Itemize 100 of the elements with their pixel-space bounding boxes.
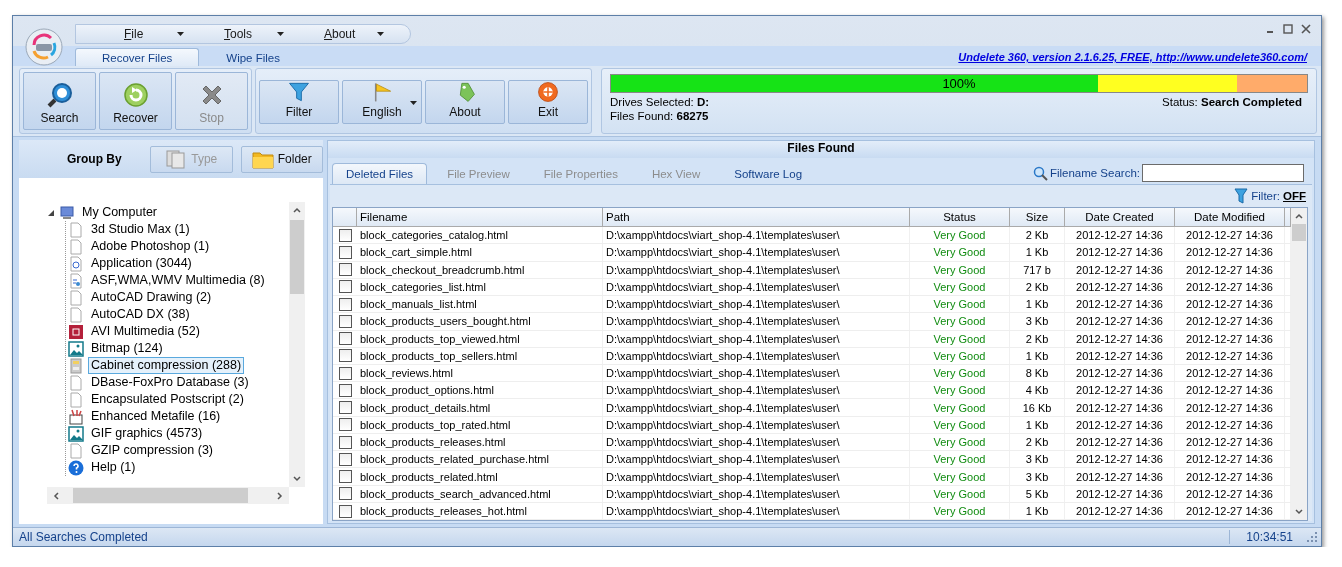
table-cell: D:\xampp\htdocs\viart_shop-4.1\templates\user\ bbox=[603, 278, 910, 296]
checkbox[interactable] bbox=[338, 366, 352, 380]
search-field[interactable] bbox=[1142, 164, 1304, 182]
table-cell: 2012-12-27 14:36 bbox=[1065, 347, 1175, 364]
table-cell: 2012-12-27 14:36 bbox=[1065, 502, 1175, 520]
tree-item[interactable]: Bitmap (124) bbox=[88, 340, 166, 357]
tree-item[interactable]: GIF graphics (4573) bbox=[88, 425, 206, 442]
document-icon bbox=[68, 238, 84, 255]
table-cell: 2012-12-27 14:36 bbox=[1175, 330, 1285, 347]
checkbox[interactable] bbox=[338, 452, 352, 466]
checkbox[interactable] bbox=[338, 349, 352, 363]
brushes-icon bbox=[68, 408, 84, 425]
table-cell: block_categories_catalog.html bbox=[357, 227, 603, 244]
scrollbar[interactable] bbox=[47, 487, 289, 504]
table-cell: block_products_users_bought.html bbox=[357, 313, 603, 330]
column-header[interactable]: Filename bbox=[357, 208, 603, 227]
table-cell: 2012-12-27 14:36 bbox=[1065, 399, 1175, 416]
collapse-icon[interactable] bbox=[47, 208, 55, 217]
scrollbar[interactable] bbox=[289, 202, 305, 487]
tree-item[interactable]: Application (3044) bbox=[88, 255, 195, 272]
view-tab[interactable]: Software Log bbox=[720, 163, 817, 184]
checkbox[interactable] bbox=[338, 470, 352, 484]
checkbox[interactable] bbox=[338, 280, 352, 294]
tree-item[interactable]: Cabinet compression (288) bbox=[88, 357, 245, 374]
table-cell: Very Good bbox=[910, 433, 1010, 451]
tree-item[interactable]: Adobe Photoshop (1) bbox=[88, 238, 213, 255]
document-icon bbox=[68, 442, 84, 459]
table-cell: 2012-12-27 14:36 bbox=[1065, 296, 1175, 313]
table-cell: 2012-12-27 14:36 bbox=[1065, 416, 1175, 433]
table-cell: 3 Kb bbox=[1010, 468, 1065, 485]
table-cell: Very Good bbox=[910, 278, 1010, 296]
table-cell: Very Good bbox=[910, 365, 1010, 382]
maximize-icon[interactable] bbox=[1283, 24, 1293, 34]
group-button[interactable]: Folder bbox=[240, 145, 323, 173]
checkbox[interactable] bbox=[338, 418, 352, 432]
ribbon-tab[interactable]: Wipe Files bbox=[199, 48, 307, 66]
tree-item[interactable]: GZIP compression (3) bbox=[88, 442, 217, 459]
table-cell: 16 Kb bbox=[1010, 399, 1065, 416]
menu-item[interactable]: Tools bbox=[196, 25, 296, 43]
close-icon[interactable] bbox=[1301, 24, 1311, 34]
table-cell: 2012-12-27 14:36 bbox=[1175, 313, 1285, 330]
table-cell: block_products_related.html bbox=[357, 468, 603, 485]
table-cell: Very Good bbox=[910, 382, 1010, 399]
column-header[interactable]: Date Created bbox=[1065, 208, 1175, 227]
toolbar-button[interactable]: Filter bbox=[259, 80, 339, 124]
scroll-left-icon bbox=[53, 491, 59, 500]
tree-item[interactable]: DBase-FoxPro Database (3) bbox=[88, 374, 252, 391]
scroll-thumb[interactable] bbox=[73, 488, 248, 503]
table-cell: block_products_related_purchase.html bbox=[357, 451, 603, 468]
column-header[interactable]: Size bbox=[1010, 208, 1065, 227]
menu-item[interactable]: About bbox=[296, 25, 396, 43]
toolbar-button[interactable]: About bbox=[425, 80, 505, 124]
tree-item[interactable]: Enhanced Metafile (16) bbox=[88, 408, 224, 425]
document-icon bbox=[68, 374, 84, 391]
tree-item[interactable]: 3d Studio Max (1) bbox=[88, 221, 193, 238]
tree-item[interactable]: AutoCAD Drawing (2) bbox=[88, 289, 215, 306]
checkbox[interactable] bbox=[338, 504, 352, 518]
scroll-thumb[interactable] bbox=[1292, 224, 1306, 241]
table-cell: 2 Kb bbox=[1010, 278, 1065, 296]
scrollbar[interactable] bbox=[1291, 208, 1307, 520]
scroll-thumb[interactable] bbox=[290, 220, 304, 294]
table-cell: Very Good bbox=[910, 416, 1010, 433]
table-cell: 1 Kb bbox=[1010, 296, 1065, 313]
scroll-down-icon bbox=[1295, 509, 1303, 515]
column-header[interactable]: Path bbox=[603, 208, 910, 227]
tree-item[interactable]: AutoCAD DX (38) bbox=[88, 306, 193, 323]
document-icon bbox=[68, 306, 84, 323]
column-header[interactable]: Status bbox=[910, 208, 1010, 227]
tree-item[interactable]: My Computer bbox=[79, 204, 161, 221]
toolbar-button[interactable]: Exit bbox=[508, 80, 588, 124]
checkbox[interactable] bbox=[338, 435, 352, 449]
tree-item[interactable]: Help (1) bbox=[88, 459, 139, 476]
menu-item[interactable]: File bbox=[96, 25, 196, 43]
checkbox[interactable] bbox=[338, 297, 352, 311]
website-link[interactable]: Undelete 360, version 2.1.6.25, FREE, http://www.undelete360.com/ bbox=[958, 51, 1307, 63]
checkbox[interactable] bbox=[338, 332, 352, 346]
toolbar-button[interactable]: Recover bbox=[99, 72, 172, 130]
checkbox[interactable] bbox=[338, 487, 352, 501]
table-cell: Very Good bbox=[910, 502, 1010, 520]
filter-toggle[interactable]: OFF bbox=[1283, 190, 1306, 202]
tree-item[interactable]: AVI Multimedia (52) bbox=[88, 323, 203, 340]
search-button[interactable]: Search bbox=[23, 72, 96, 130]
search-label: Filename Search: bbox=[1049, 167, 1140, 179]
ribbon-tab[interactable]: Recover Files bbox=[75, 48, 200, 66]
table-cell: D:\xampp\htdocs\viart_shop-4.1\templates\user\ bbox=[603, 399, 910, 416]
checkbox[interactable] bbox=[338, 263, 352, 277]
view-tab[interactable]: Deleted Files bbox=[332, 163, 428, 184]
scroll-down-icon bbox=[293, 476, 301, 482]
files-found: Files Found: 68275 bbox=[610, 110, 710, 122]
checkbox[interactable] bbox=[338, 383, 352, 397]
table-cell: 2012-12-27 14:36 bbox=[1175, 227, 1285, 244]
checkbox[interactable] bbox=[338, 314, 352, 328]
tree-item[interactable]: Encapsulated Postscript (2) bbox=[88, 391, 247, 408]
tree-item[interactable]: ASF,WMA,WMV Multimedia (8) bbox=[88, 272, 268, 289]
checkbox[interactable] bbox=[338, 228, 352, 242]
column-header[interactable]: Date Modified bbox=[1175, 208, 1285, 227]
checkbox[interactable] bbox=[338, 246, 352, 259]
folder-icon bbox=[251, 149, 274, 169]
checkbox[interactable] bbox=[338, 401, 352, 415]
toolbar-button[interactable]: English bbox=[342, 80, 422, 124]
